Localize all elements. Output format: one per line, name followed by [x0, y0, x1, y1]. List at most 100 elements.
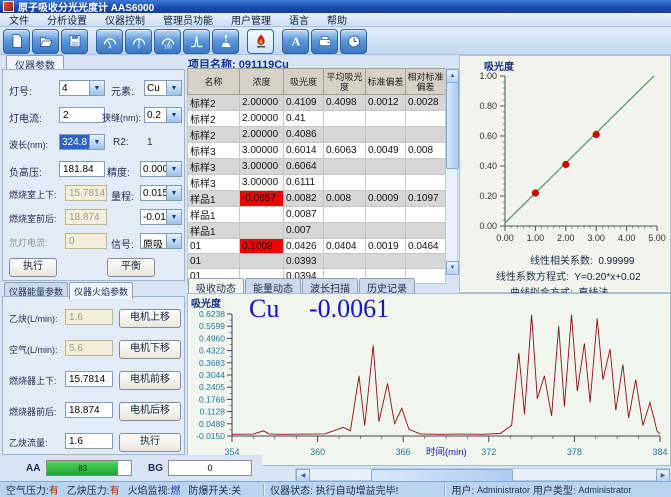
correlation-line: 线性相关系数: 0.99999 [530, 252, 635, 267]
energy-gauge-button[interactable]: A [96, 29, 123, 54]
menu-item-1[interactable]: 文件 [0, 11, 38, 28]
table-row[interactable]: 010.0393 [188, 254, 446, 269]
menu-item-5[interactable]: 用户管理 [222, 11, 280, 28]
table-row[interactable]: 标样22.000000.41090.40980.00120.0028 [188, 95, 446, 111]
dynamics-scrollbar[interactable]: ◀ ▶ [295, 468, 669, 481]
column-header[interactable]: 平均吸光度 [324, 69, 366, 95]
column-header[interactable]: 相对标准偏差 [406, 69, 446, 95]
lamp-no-select[interactable]: 4▼ [59, 80, 105, 96]
svg-text:366: 366 [396, 447, 411, 457]
open-file-button[interactable] [32, 29, 59, 54]
burner-ud-input[interactable]: 15.7814 [65, 371, 113, 387]
svg-text:0.60: 0.60 [479, 131, 497, 141]
new-file-icon [9, 33, 25, 49]
open-folder-icon [38, 33, 54, 49]
column-header[interactable]: 标准偏差 [366, 69, 406, 95]
auto-zero-button[interactable]: A [282, 29, 309, 54]
table-row[interactable]: 样品10.0087 [188, 207, 446, 223]
new-file-button[interactable] [3, 29, 30, 54]
gauge-energy-icon: A [102, 33, 118, 49]
table-row[interactable]: 标样33.000000.6064 [188, 159, 446, 175]
svg-text:0.3683: 0.3683 [199, 358, 225, 368]
svg-text:-0.0150: -0.0150 [196, 431, 225, 441]
wavelength-peak-icon [189, 33, 205, 49]
table-scroll-thumb[interactable] [446, 82, 459, 169]
chevron-down-icon: ▼ [166, 234, 181, 248]
table-row[interactable]: 标样22.000000.41 [188, 111, 446, 127]
scroll-up-icon[interactable]: ▲ [446, 69, 459, 83]
burner-button[interactable] [212, 29, 239, 54]
user-type-value: Administrator [578, 485, 631, 495]
motor-forward-button[interactable]: 电机前移 [119, 371, 181, 390]
signal-select[interactable]: 原吸▼ [140, 233, 182, 249]
full-scale-gauge-button[interactable]: 100 [154, 29, 181, 54]
bg-label: BG [148, 463, 163, 474]
status-flag-value: 有 [110, 486, 120, 497]
user-value: Administrator [477, 485, 530, 495]
slit-select[interactable]: 0.2▼ [144, 107, 182, 123]
timer-button[interactable] [340, 29, 367, 54]
timer-icon [346, 33, 362, 49]
svg-text:4.00: 4.00 [618, 233, 636, 243]
burner-fb-input[interactable]: 18.874 [65, 402, 113, 418]
toolbar: A 0 100 A [0, 28, 671, 55]
slit-label: 狭缝(nm): [102, 111, 141, 124]
table-row[interactable]: 标样33.000000.60140.60630.00490.008 [188, 143, 446, 159]
svg-text:0.4322: 0.4322 [199, 346, 225, 356]
ignite-button[interactable] [247, 29, 274, 54]
motor-down-button[interactable]: 电机下移 [119, 340, 181, 359]
chevron-down-icon: ▼ [166, 108, 181, 122]
table-row[interactable]: 样品10.007 [188, 223, 446, 239]
hv-input[interactable]: 181.84 [59, 161, 105, 177]
menu-item-3[interactable]: 仪器控制 [96, 11, 154, 28]
menu-item-4[interactable]: 管理员功能 [154, 11, 222, 28]
table-row[interactable]: 标样22.000000.4086 [188, 127, 446, 143]
table-row[interactable]: 标样33.000000.6111 [188, 175, 446, 191]
wavelength-select[interactable]: 324.8▼ [59, 134, 105, 150]
tab-flame-params[interactable]: 仪器火焰参数 [69, 282, 133, 299]
menu-item-2[interactable]: 分析设置 [38, 11, 96, 28]
instrument-setup-button[interactable] [311, 29, 338, 54]
lamp-current-input[interactable]: 2 [59, 107, 105, 123]
svg-text:0.00: 0.00 [479, 221, 497, 231]
range2-select[interactable]: -0.0150▼ [140, 209, 182, 225]
svg-text:0.80: 0.80 [479, 101, 497, 111]
motor-back-button[interactable]: 电机后移 [119, 402, 181, 421]
precision-select[interactable]: 0.0000▼ [140, 161, 182, 177]
menu-item-7[interactable]: 帮助 [318, 11, 356, 28]
execute-button[interactable]: 执行 [9, 258, 57, 277]
table-scrollbar[interactable]: ▲ ▼ [445, 68, 458, 274]
wavelength-scan-button[interactable] [183, 29, 210, 54]
element-select[interactable]: Cu▼ [144, 80, 182, 96]
svg-text:0.1128: 0.1128 [200, 407, 226, 417]
flow-input[interactable]: 1.6 [65, 433, 113, 449]
svg-text:1.00: 1.00 [527, 233, 545, 243]
save-button[interactable] [61, 29, 88, 54]
svg-text:0.5599: 0.5599 [199, 321, 225, 331]
flame-execute-button[interactable]: 执行 [119, 433, 181, 452]
status-flag-label: 空气压力: [6, 486, 49, 497]
svg-text:360: 360 [310, 447, 325, 457]
chevron-down-icon: ▼ [89, 81, 104, 95]
bg-meter: 0 [168, 460, 252, 476]
table-row[interactable]: 010.10080.04260.04040.00190.0464 [188, 239, 446, 254]
column-header[interactable]: 名称 [188, 69, 240, 95]
r2-value: 1 [147, 137, 153, 148]
scroll-down-icon[interactable]: ▼ [446, 261, 459, 275]
instrument-state-label: 仪器状态: [270, 482, 313, 497]
balance-button[interactable]: 平衡 [107, 258, 155, 277]
chamber-ud-input: 15.7814 [65, 185, 107, 201]
table-row[interactable]: 样品1-0.06570.00820.0080.00090.1097 [188, 191, 446, 207]
status-flag-value: 有 [49, 486, 59, 497]
chevron-down-icon: ▼ [166, 186, 181, 200]
status-flag-value: 燃 [170, 486, 180, 497]
lamp-no-label: 灯号: [9, 83, 32, 98]
table-header-row: 名称浓度吸光度平均吸光度标准偏差相对标准偏差 [188, 69, 446, 95]
column-header[interactable]: 浓度 [240, 69, 284, 95]
motor-up-button[interactable]: 电机上移 [119, 309, 181, 328]
range-select[interactable]: 0.0150▼ [140, 185, 182, 201]
column-header[interactable]: 吸光度 [284, 69, 324, 95]
menu-item-6[interactable]: 语言 [280, 11, 318, 28]
zero-gauge-button[interactable]: 0 [125, 29, 152, 54]
results-table[interactable]: 名称浓度吸光度平均吸光度标准偏差相对标准偏差 标样22.000000.41090… [187, 68, 446, 284]
